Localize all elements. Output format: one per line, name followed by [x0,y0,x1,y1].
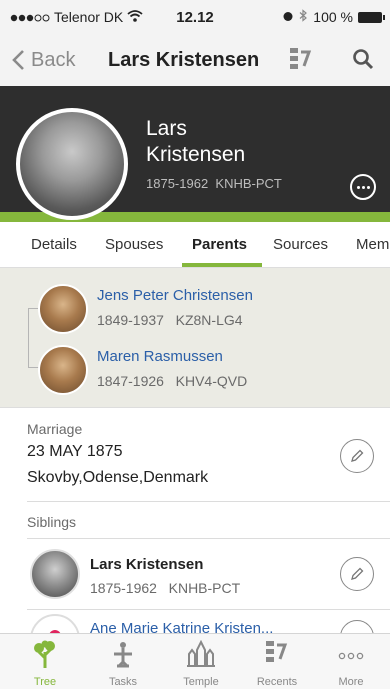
more-options-icon[interactable] [350,174,376,200]
tabbar-more-label: More [338,676,364,688]
tasks-icon [114,642,132,668]
sibling-name[interactable]: Lars Kristensen [90,556,203,573]
clock: 12.12 [176,8,214,26]
status-right: 100 % [282,9,385,25]
bottom-tab-bar: Tree Tasks Temple Recents More [0,633,390,689]
temple-icon [187,640,215,667]
bluetooth-icon [299,9,308,25]
divider [27,609,390,610]
tab-parents[interactable]: Parents [192,236,247,253]
battery-icon [358,11,385,23]
tab-sources[interactable]: Sources [273,236,328,253]
sibling-pid: KNHB-PCT [168,580,241,596]
pencil-icon [351,567,364,580]
divider [27,501,390,502]
tab-memories[interactable]: Mem [356,236,389,253]
person-pid: KNHB-PCT [215,176,282,191]
person-meta: 1875-1962 KNHB-PCT [146,176,282,191]
sibling-meta: 1875-1962 KNHB-PCT [90,580,240,596]
mother-lifespan: 1847-1926 [97,373,164,389]
carrier-name: Telenor DK [54,9,124,25]
tabbar-tasks[interactable]: Tasks [84,634,162,689]
tabbar-tasks-label: Tasks [108,676,138,688]
father-portrait[interactable] [38,284,88,334]
mother-name[interactable]: Maren Rasmussen [97,348,223,365]
mother-pid: KHV4-QVD [175,373,248,389]
alarm-icon [282,9,294,25]
status-bar: Telenor DK 12.12 100 % [0,0,390,34]
father-meta: 1849-1937 KZ8N-LG4 [97,312,243,328]
tab-bar: Details Spouses Parents Sources Mem [0,222,390,268]
search-icon[interactable] [352,48,374,75]
more-icon [338,652,364,660]
person-first-name: Lars [146,117,187,140]
tabbar-temple[interactable]: Temple [162,634,240,689]
marriage-date: 23 MAY 1875 [27,443,123,460]
person-last-name: Kristensen [146,143,246,166]
edit-marriage-button[interactable] [340,439,374,473]
carrier-group: Telenor DK [10,9,143,25]
back-label: Back [31,48,76,71]
marriage-place: Skovby,Odense,Denmark [27,469,209,486]
sibling-portrait[interactable] [30,549,80,599]
person-lifespan: 1875-1962 [146,176,209,191]
wifi-icon [127,9,143,25]
parents-section: Jens Peter Christensen 1849-1937 KZ8N-LG… [0,268,390,408]
tabbar-recents-label: Recents [256,676,298,688]
pedigree-icon[interactable] [289,47,313,76]
back-button[interactable]: Back [12,49,75,72]
person-header: Lars Kristensen 1875-1962 KNHB-PCT [0,86,390,220]
active-tab-indicator [182,263,262,267]
tab-spouses[interactable]: Spouses [105,236,163,253]
signal-icon [10,9,50,25]
chevron-left-icon [12,50,24,70]
marriage-label: Marriage [27,421,83,437]
tab-details[interactable]: Details [31,236,77,253]
siblings-label: Siblings [27,514,77,530]
person-name: Lars Kristensen [146,116,245,168]
father-lifespan: 1849-1937 [97,312,164,328]
edit-sibling-button[interactable] [340,557,374,591]
tabbar-temple-label: Temple [183,676,219,688]
pencil-icon [351,449,364,462]
page-title: Lars Kristensen [108,48,260,71]
tabbar-more[interactable]: More [312,634,390,689]
sibling-lifespan: 1875-1962 [90,580,157,596]
divider [27,538,390,539]
person-portrait[interactable] [16,108,128,220]
tabbar-tree-label: Tree [33,676,57,688]
nav-bar: Back Lars Kristensen [0,34,390,86]
recents-icon [266,641,288,662]
father-name[interactable]: Jens Peter Christensen [97,287,253,304]
tree-icon [34,640,55,668]
father-pid: KZ8N-LG4 [175,312,243,328]
tabbar-recents[interactable]: Recents [238,634,316,689]
mother-meta: 1847-1926 KHV4-QVD [97,373,247,389]
mother-portrait[interactable] [38,345,88,395]
battery-percent: 100 % [313,9,353,25]
tabbar-tree[interactable]: Tree [6,634,84,689]
